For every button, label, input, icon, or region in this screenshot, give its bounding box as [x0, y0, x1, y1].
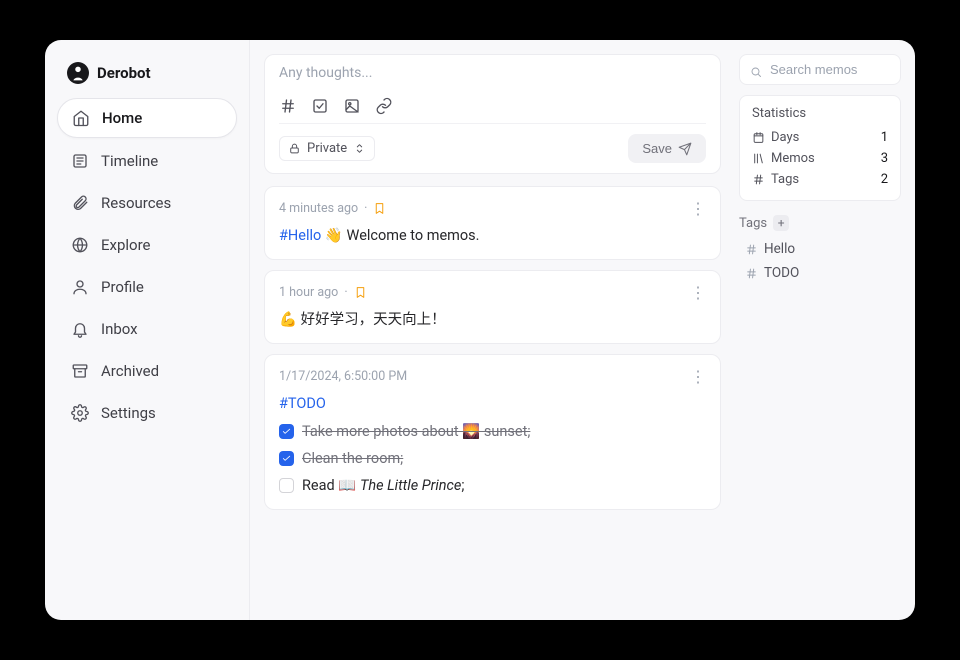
memo-card: 1/17/2024, 6:50:00 PM ⋮ #TODO Take more …: [264, 354, 721, 510]
bookmark-icon: [354, 286, 367, 299]
user-icon: [71, 278, 89, 296]
stat-memos: Memos 3: [752, 148, 888, 169]
brand-name: Derobot: [97, 64, 151, 82]
statistics-card: Statistics Days 1 Memos 3 Tags 2: [739, 95, 901, 201]
home-icon: [72, 109, 90, 127]
tag-name: Hello: [764, 241, 795, 257]
sidebar: Derobot Home Timeline Resources Explore …: [45, 40, 250, 620]
stat-value: 1: [881, 130, 888, 145]
memo-content: 💪 好好学习，天天向上！: [279, 308, 706, 331]
nav-label: Profile: [101, 278, 144, 296]
memo-more-icon[interactable]: ⋮: [690, 367, 706, 386]
brand[interactable]: Derobot: [57, 58, 237, 98]
checkbox-unchecked-icon[interactable]: [279, 478, 294, 493]
nav-label: Explore: [101, 236, 151, 254]
archive-icon: [71, 362, 89, 380]
composer-toolbar: [279, 91, 706, 124]
link-icon[interactable]: [375, 97, 393, 115]
library-icon: [752, 152, 765, 165]
tags-section-header: Tags +: [739, 215, 901, 231]
search-icon: [750, 63, 762, 77]
send-icon: [678, 142, 692, 156]
timeline-icon: [71, 152, 89, 170]
save-button-label: Save: [642, 141, 672, 156]
nav-inbox[interactable]: Inbox: [57, 310, 237, 348]
gear-icon: [71, 404, 89, 422]
calendar-icon: [752, 131, 765, 144]
stat-value: 2: [881, 172, 888, 187]
bookmark-icon: [373, 202, 386, 215]
main-feed: Private Save 4 minutes ago · ⋮ #: [250, 40, 735, 620]
hash-icon: [745, 243, 758, 256]
memo-card: 1 hour ago · ⋮ 💪 好好学习，天天向上！: [264, 270, 721, 344]
composer-input[interactable]: [279, 65, 706, 87]
nav-label: Timeline: [101, 152, 158, 170]
nav-label: Resources: [101, 194, 171, 212]
memo-timestamp: 1 hour ago ·: [279, 285, 367, 300]
visibility-label: Private: [307, 141, 347, 156]
todo-item: Read 📖 The Little Prince;: [279, 474, 706, 497]
memo-more-icon[interactable]: ⋮: [690, 283, 706, 302]
memo-composer: Private Save: [264, 54, 721, 174]
tags-title: Tags: [739, 216, 767, 231]
chevron-updown-icon: [353, 142, 366, 155]
composer-footer: Private Save: [279, 124, 706, 163]
stat-value: 3: [881, 151, 888, 166]
stat-tags: Tags 2: [752, 169, 888, 190]
search-box[interactable]: [739, 54, 901, 85]
right-panel: Statistics Days 1 Memos 3 Tags 2 Tags + …: [735, 40, 915, 620]
lock-icon: [288, 142, 301, 155]
save-button[interactable]: Save: [628, 134, 706, 163]
nav-explore[interactable]: Explore: [57, 226, 237, 264]
memo-timestamp: 4 minutes ago ·: [279, 201, 386, 216]
checkbox-icon[interactable]: [311, 97, 329, 115]
nav-profile[interactable]: Profile: [57, 268, 237, 306]
nav-home[interactable]: Home: [57, 98, 237, 138]
tag-item[interactable]: Hello: [739, 237, 901, 261]
nav-archived[interactable]: Archived: [57, 352, 237, 390]
visibility-selector[interactable]: Private: [279, 136, 375, 161]
bell-icon: [71, 320, 89, 338]
memo-tag[interactable]: #Hello: [279, 227, 321, 244]
memo-content: #TODO Take more photos about 🌄 sunset; C…: [279, 392, 706, 497]
nav: Home Timeline Resources Explore Profile …: [57, 98, 237, 432]
memo-card: 4 minutes ago · ⋮ #Hello 👋 Welcome to me…: [264, 186, 721, 260]
add-tag-button[interactable]: +: [773, 215, 789, 231]
memo-tag[interactable]: #TODO: [279, 395, 326, 412]
checkbox-checked-icon[interactable]: [279, 451, 294, 466]
hash-icon: [752, 173, 765, 186]
checkbox-checked-icon[interactable]: [279, 424, 294, 439]
nav-label: Settings: [101, 404, 156, 422]
todo-item: Take more photos about 🌄 sunset;: [279, 420, 706, 443]
hash-icon: [745, 267, 758, 280]
brand-logo-icon: [67, 62, 89, 84]
tag-item[interactable]: TODO: [739, 261, 901, 285]
memo-more-icon[interactable]: ⋮: [690, 199, 706, 218]
hash-icon[interactable]: [279, 97, 297, 115]
memo-timestamp: 1/17/2024, 6:50:00 PM: [279, 369, 407, 384]
nav-label: Inbox: [101, 320, 138, 338]
tag-name: TODO: [764, 265, 799, 281]
globe-icon: [71, 236, 89, 254]
todo-text: Take more photos about 🌄 sunset;: [302, 420, 530, 443]
stat-days: Days 1: [752, 127, 888, 148]
todo-item: Clean the room;: [279, 447, 706, 470]
paperclip-icon: [71, 194, 89, 212]
nav-timeline[interactable]: Timeline: [57, 142, 237, 180]
statistics-title: Statistics: [752, 106, 888, 121]
search-input[interactable]: [770, 62, 890, 77]
nav-settings[interactable]: Settings: [57, 394, 237, 432]
nav-label: Archived: [101, 362, 159, 380]
memo-content: #Hello 👋 Welcome to memos.: [279, 224, 706, 247]
nav-label: Home: [102, 109, 142, 127]
app-window: Derobot Home Timeline Resources Explore …: [45, 40, 915, 620]
image-icon[interactable]: [343, 97, 361, 115]
nav-resources[interactable]: Resources: [57, 184, 237, 222]
todo-text: Read 📖 The Little Prince;: [302, 474, 464, 497]
todo-text: Clean the room;: [302, 447, 403, 470]
